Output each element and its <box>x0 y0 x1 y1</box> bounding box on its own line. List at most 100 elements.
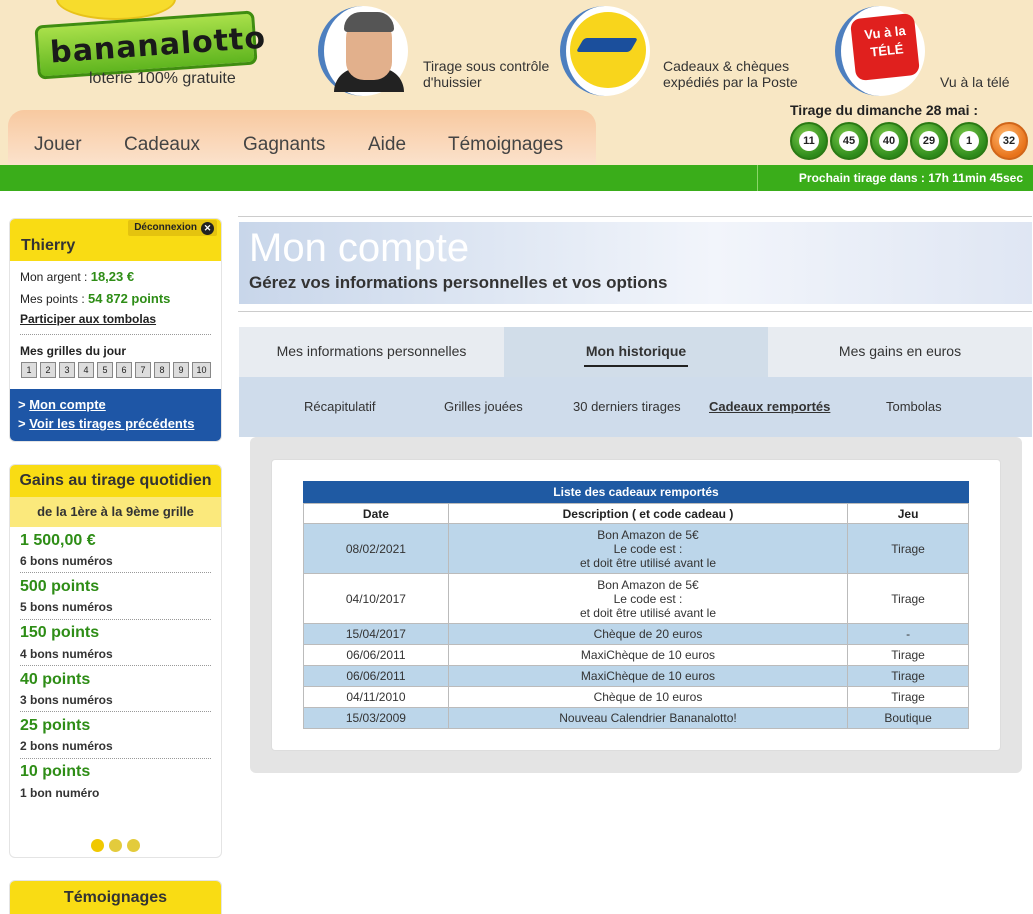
grid-box[interactable]: 4 <box>78 362 94 378</box>
divider <box>238 216 1032 217</box>
logout-button[interactable]: Déconnexion ✕ <box>128 220 217 236</box>
ball-number: 40 <box>879 131 899 151</box>
ball-number: 45 <box>839 131 859 151</box>
grid-box[interactable]: 8 <box>154 362 170 378</box>
points-line: Mes points : 54 872 points <box>20 291 170 306</box>
divider <box>20 711 211 712</box>
subtab-derniers-tirages[interactable]: 30 derniers tirages <box>573 399 681 414</box>
la-poste-icon <box>560 6 650 96</box>
gains-subtitle: de la 1ère à la 9ème grille <box>10 497 221 527</box>
cell-jeu: Tirage <box>847 573 969 624</box>
draw-ball: 1 <box>950 122 988 160</box>
mon-compte-link[interactable]: > Mon compte <box>18 397 106 412</box>
tab-infos-personnelles[interactable]: Mes informations personnelles <box>239 327 504 377</box>
previous-draws-link[interactable]: > Voir les tirages précédents <box>18 416 194 431</box>
points-label: Mes points : <box>20 292 85 306</box>
subtab-recapitulatif[interactable]: Récapitulatif <box>304 399 376 414</box>
subtab-tombolas[interactable]: Tombolas <box>886 399 942 414</box>
grid-box[interactable]: 1 <box>21 362 37 378</box>
table-row: 15/04/2017 Chèque de 20 euros - <box>303 623 969 645</box>
feature-huissier-line: Tirage sous contrôle <box>423 58 550 74</box>
countdown-bar: Prochain tirage dans : 17h 11min 45sec <box>0 165 1033 191</box>
table-row: 15/03/2009 Nouveau Calendrier Bananalott… <box>303 707 969 729</box>
tombola-link[interactable]: Participer aux tombolas <box>20 312 156 326</box>
gain-amount: 40 points <box>20 671 91 688</box>
draw-ball: 40 <box>870 122 908 160</box>
gains-title: Gains au tirage quotidien <box>10 465 221 497</box>
cell-description: MaxiChèque de 10 euros <box>447 665 849 687</box>
testimonials-title[interactable]: Témoignages <box>10 881 221 914</box>
grid-box[interactable]: 6 <box>116 362 132 378</box>
grid-box[interactable]: 9 <box>173 362 189 378</box>
cell-date: 04/11/2010 <box>303 686 449 708</box>
nav-temoignages[interactable]: Témoignages <box>448 134 563 156</box>
grid-box[interactable]: 10 <box>192 362 211 378</box>
tab-historique[interactable]: Mon historique <box>504 327 768 377</box>
grid-box[interactable]: 5 <box>97 362 113 378</box>
nav-gagnants[interactable]: Gagnants <box>243 134 325 156</box>
grid-box[interactable]: 7 <box>135 362 151 378</box>
content-box: Liste des cadeaux remportés Date Descrip… <box>250 437 1022 773</box>
draw-title: Tirage du dimanche 28 mai : <box>790 102 979 118</box>
carousel-dot[interactable] <box>127 839 140 852</box>
gain-desc: 1 bon numéro <box>20 786 100 800</box>
tv-badge-text: Vu à la TÉLÉ <box>857 21 914 62</box>
poste-bird <box>575 38 639 52</box>
gain-desc: 6 bons numéros <box>20 554 113 568</box>
ball-number: 11 <box>799 131 819 151</box>
tab-historique-label: Mon historique <box>585 343 687 359</box>
carousel-dot[interactable] <box>109 839 122 852</box>
cell-description: Bon Amazon de 5€ Le code est : et doit ê… <box>447 523 849 574</box>
previous-draws-link-label: Voir les tirages précédents <box>29 416 195 431</box>
close-icon: ✕ <box>201 222 214 235</box>
account-links: > Mon compte > Voir les tirages précéden… <box>10 389 221 441</box>
logout-label: Déconnexion <box>134 222 197 233</box>
subtab-grilles-jouees[interactable]: Grilles jouées <box>444 399 523 414</box>
active-tab-underline <box>584 365 688 367</box>
cell-jeu: - <box>847 623 969 645</box>
table-row: 04/11/2010 Chèque de 10 euros Tirage <box>303 686 969 708</box>
points-value: 54 872 points <box>88 291 171 306</box>
tv-icon: Vu à la TÉLÉ <box>835 6 925 96</box>
feature-huissier-line: d'huissier <box>423 74 482 90</box>
col-header-jeu: Jeu <box>847 503 969 524</box>
table-row: 08/02/2021 Bon Amazon de 5€ Le code est … <box>303 523 969 574</box>
gifts-table: Liste des cadeaux remportés Date Descrip… <box>303 481 969 729</box>
desc-line: Bon Amazon de 5€ <box>597 577 699 592</box>
history-subnav: Récapitulatif Grilles jouées 30 derniers… <box>239 377 1032 437</box>
logo[interactable]: bananalotto loterie 100% gratuite <box>34 0 267 92</box>
nav-jouer[interactable]: Jouer <box>34 134 82 156</box>
main-nav: Jouer Cadeaux Gagnants Aide Témoignages <box>8 110 596 165</box>
mon-compte-link-label: Mon compte <box>29 397 106 412</box>
bonus-ball: 32 <box>990 122 1028 160</box>
table-header-row: Date Description ( et code cadeau ) Jeu <box>303 503 969 524</box>
table-row: 04/10/2017 Bon Amazon de 5€ Le code est … <box>303 573 969 624</box>
cell-date: 06/06/2011 <box>303 665 449 687</box>
cell-jeu: Tirage <box>847 686 969 708</box>
account-panel-header: Thierry Déconnexion ✕ <box>10 219 221 261</box>
carousel-dot[interactable] <box>91 839 104 852</box>
cell-description: Bon Amazon de 5€ Le code est : et doit ê… <box>447 573 849 624</box>
gain-amount: 25 points <box>20 717 91 734</box>
gain-desc: 5 bons numéros <box>20 600 113 614</box>
countdown-text: Prochain tirage dans : 17h 11min 45sec <box>798 171 1023 185</box>
huissier-portrait-icon <box>318 6 408 96</box>
cell-jeu: Tirage <box>847 644 969 666</box>
title-banner: Mon compte Gérez vos informations person… <box>239 222 1032 304</box>
cell-jeu: Tirage <box>847 523 969 574</box>
grid-box[interactable]: 3 <box>59 362 75 378</box>
desc-line: et doit être utilisé avant le <box>579 555 717 570</box>
nav-cadeaux[interactable]: Cadeaux <box>124 134 200 156</box>
feature-poste-line: expédiés par la Poste <box>663 74 798 90</box>
draw-ball: 45 <box>830 122 868 160</box>
gain-amount: 150 points <box>20 624 100 641</box>
testimonials-panel: Témoignages <box>9 880 222 914</box>
nav-aide[interactable]: Aide <box>368 134 406 156</box>
grid-box[interactable]: 2 <box>40 362 56 378</box>
account-tabs: Mes informations personnelles Mon histor… <box>239 327 1032 377</box>
ball-number: 32 <box>999 131 1019 151</box>
tab-gains-euros[interactable]: Mes gains en euros <box>768 327 1032 377</box>
subtab-cadeaux-remportes[interactable]: Cadeaux remportés <box>709 399 830 414</box>
cell-description: Chèque de 10 euros <box>447 686 849 708</box>
ball-number: 29 <box>919 131 939 151</box>
